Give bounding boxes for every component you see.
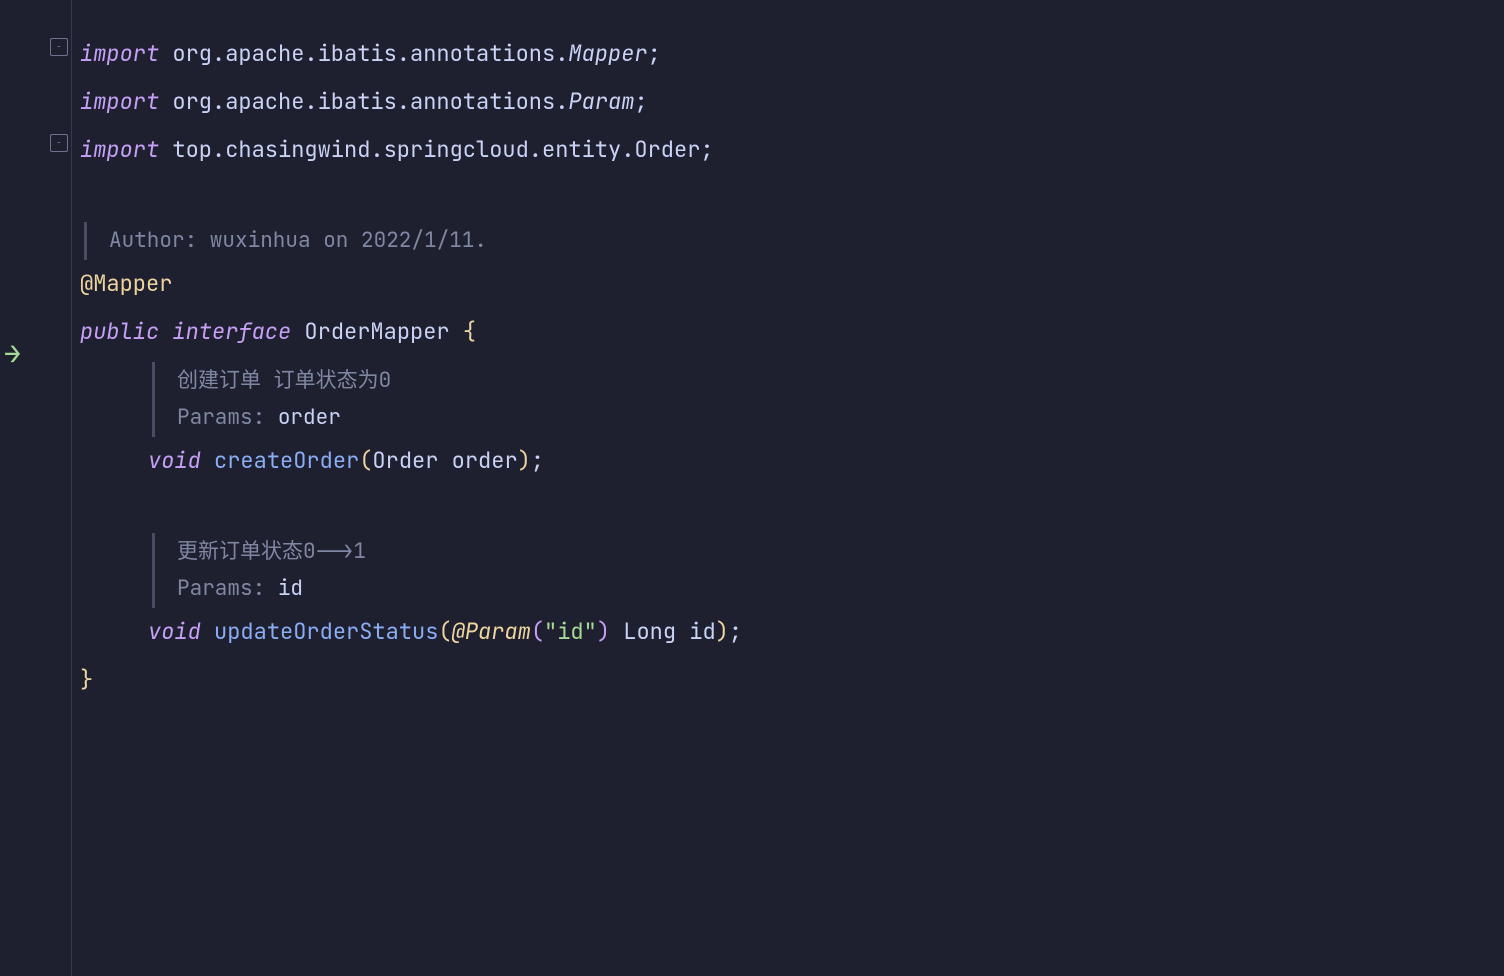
class-ref: Param [568, 84, 634, 119]
keyword-void: void [148, 443, 201, 478]
package-path: org.apache.ibatis.annotations. [172, 36, 568, 71]
blank-line [80, 174, 1504, 222]
code-line: import org.apache.ibatis.annotations.Par… [80, 78, 1504, 126]
class-ref: Mapper [568, 36, 647, 71]
author-comment: Author: wuxinhua on 2022/1/11. [109, 222, 1504, 260]
keyword-void: void [148, 614, 201, 649]
doc-comment-line: 更新订单状态0-->1 [177, 533, 1504, 571]
keyword-interface: interface [172, 314, 291, 349]
doc-comment-block: Author: wuxinhua on 2022/1/11. [84, 222, 1504, 260]
doc-comment-line: Params: id [177, 570, 1504, 608]
string-literal: "id" [544, 614, 597, 649]
code-line: @Mapper [80, 260, 1504, 308]
keyword-import: import [80, 36, 159, 71]
method-name: createOrder [214, 443, 359, 478]
brace-open: { [463, 314, 476, 349]
fold-icon[interactable]: − [50, 38, 68, 56]
param-name: order [452, 443, 518, 478]
arrow-indicator-icon: → [4, 332, 21, 377]
param-type: Long [623, 614, 676, 649]
code-editor[interactable]: − − → import org.apache.ibatis.annotatio… [0, 0, 1504, 976]
blank-line [80, 485, 1504, 533]
param-name: id [689, 614, 715, 649]
code-line: void updateOrderStatus(@Param("id") Long… [80, 608, 1504, 656]
keyword-import: import [80, 84, 159, 119]
doc-comment-block: 创建订单 订单状态为0 Params: order [152, 362, 1504, 437]
code-line: import top.chasingwind.springcloud.entit… [80, 126, 1504, 174]
annotation-param: @Param [452, 614, 531, 649]
doc-comment-line: Params: order [177, 399, 1504, 437]
param-type: Order [372, 443, 438, 478]
doc-comment-line: 创建订单 订单状态为0 [177, 362, 1504, 400]
annotation-mapper: @Mapper [80, 266, 172, 301]
package-path: top.chasingwind.springcloud.entity.Order… [172, 132, 713, 167]
package-path: org.apache.ibatis.annotations. [172, 84, 568, 119]
code-content[interactable]: import org.apache.ibatis.annotations.Map… [72, 0, 1504, 976]
code-line: public interface OrderMapper { [80, 308, 1504, 356]
code-line: import org.apache.ibatis.annotations.Map… [80, 30, 1504, 78]
brace-close: } [80, 662, 93, 697]
keyword-import: import [80, 132, 159, 167]
code-line: void createOrder(Order order); [80, 437, 1504, 485]
fold-icon[interactable]: − [50, 134, 68, 152]
interface-name: OrderMapper [304, 314, 449, 349]
code-line: } [80, 656, 1504, 704]
editor-gutter: − − → [0, 0, 72, 976]
keyword-public: public [80, 314, 159, 349]
method-name: updateOrderStatus [214, 614, 438, 649]
doc-comment-block: 更新订单状态0-->1 Params: id [152, 533, 1504, 608]
